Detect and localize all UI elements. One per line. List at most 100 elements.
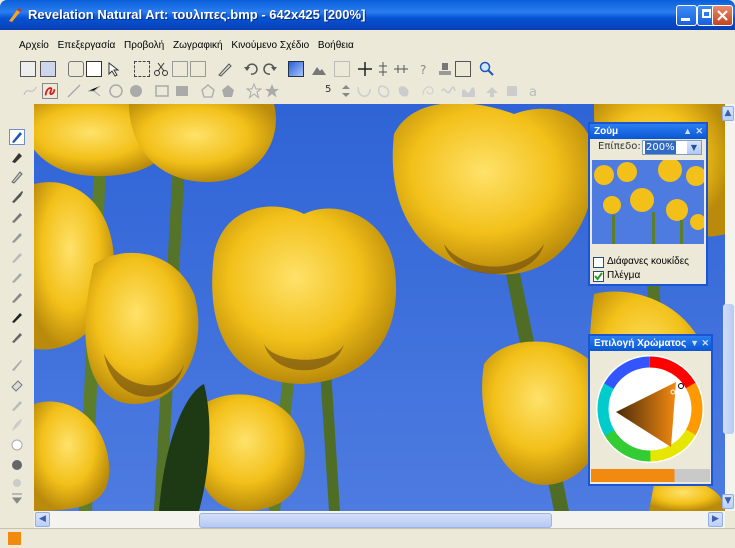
blend-tool-icon[interactable] — [10, 398, 24, 412]
transparent-pixels-checkbox[interactable] — [593, 257, 604, 268]
color-preview-bar[interactable] — [591, 469, 710, 482]
vertical-scrollbar[interactable]: ▲ ▼ — [722, 104, 735, 511]
panel-close-icon[interactable]: ✕ — [701, 336, 709, 351]
current-color-swatch[interactable] — [8, 532, 21, 545]
menu-view[interactable]: Προβολή — [121, 36, 167, 56]
ellipse-icon[interactable] — [108, 83, 124, 99]
zoom-level-label: Επίπεδο: — [598, 141, 641, 152]
close-button[interactable] — [712, 5, 733, 26]
color-wheel[interactable] — [591, 352, 710, 467]
crayon-tool-icon[interactable] — [10, 250, 24, 264]
magnifier-icon[interactable] — [479, 61, 495, 77]
text-shape-icon[interactable]: a — [526, 83, 542, 99]
chalk-tool-icon[interactable] — [10, 270, 24, 284]
effects-tool-icon[interactable] — [10, 476, 24, 490]
fill-tool-icon[interactable] — [10, 438, 24, 452]
oil-brush-tool-icon[interactable] — [10, 230, 24, 244]
filled-closed-curve-icon[interactable] — [396, 83, 412, 99]
vertical-scroll-thumb[interactable] — [723, 304, 734, 434]
color-picker-panel: Επιλογή Χρώματος ▼ ✕ — [588, 334, 713, 486]
menu-file[interactable]: Αρχείο — [16, 36, 52, 56]
smudge-tool-icon[interactable] — [10, 330, 24, 344]
filled-polygon-icon[interactable] — [220, 83, 236, 99]
polyline-icon[interactable] — [86, 83, 102, 99]
polygon-icon[interactable] — [200, 83, 216, 99]
undo-icon[interactable] — [243, 61, 259, 77]
blank-image-icon[interactable] — [86, 61, 102, 77]
marker-tool-icon[interactable] — [10, 150, 24, 164]
title-bar[interactable]: Revelation Natural Art: τουλιπες.bmp - 6… — [0, 0, 735, 30]
horizontal-scrollbar[interactable]: ◀ ▶ — [34, 511, 725, 528]
new-icon[interactable] — [20, 61, 36, 77]
color-panel-title: Επιλογή Χρώματος — [594, 338, 687, 349]
grid-checkbox[interactable] — [593, 271, 604, 282]
horizontal-guide-icon[interactable] — [393, 61, 409, 77]
curve-icon[interactable] — [42, 83, 58, 99]
pen-tool-icon[interactable] — [9, 129, 25, 145]
crop-icon[interactable] — [134, 61, 150, 77]
menu-edit[interactable]: Επεξεργασία — [55, 36, 119, 56]
scroll-right-button[interactable]: ▶ — [708, 512, 723, 527]
scroll-up-button[interactable]: ▲ — [722, 106, 734, 121]
size-spinner-icon[interactable] — [338, 83, 354, 99]
horizontal-scroll-thumb[interactable] — [199, 513, 552, 528]
zoom-area-icon[interactable] — [455, 61, 471, 77]
redo-icon[interactable] — [262, 61, 278, 77]
select-arrow-icon[interactable] — [106, 61, 122, 77]
gradient-icon[interactable] — [288, 61, 304, 77]
panel-close-icon[interactable]: ✕ — [695, 124, 703, 139]
filled-star-icon[interactable] — [264, 83, 280, 99]
cut-icon[interactable] — [153, 61, 169, 77]
line-icon[interactable] — [66, 83, 82, 99]
vertical-guide-icon[interactable] — [375, 61, 391, 77]
brush-tool-icon[interactable] — [10, 190, 24, 204]
help-cursor-icon[interactable]: ? — [417, 61, 433, 77]
watercolor-tool-icon[interactable] — [10, 290, 24, 304]
airbrush-tool-icon[interactable] — [10, 210, 24, 224]
paste-icon[interactable] — [190, 61, 206, 77]
grid-label: Πλέγμα — [607, 270, 641, 281]
fill-shape-icon[interactable] — [504, 83, 520, 99]
crosshair-icon[interactable] — [357, 61, 373, 77]
filled-rectangle-icon[interactable] — [174, 83, 190, 99]
sphere-tool-icon[interactable] — [10, 458, 24, 472]
pattern-icon[interactable] — [334, 61, 350, 77]
menu-animation[interactable]: Κινούμενο Σχέδιο — [228, 36, 312, 56]
panel-collapse-icon[interactable]: ▼ — [690, 336, 699, 351]
menu-paint[interactable]: Ζωγραφική — [170, 36, 226, 56]
color-panel-title-bar[interactable]: Επιλογή Χρώματος ▼ ✕ — [590, 336, 711, 351]
svg-text:a: a — [529, 85, 537, 99]
scroll-down-icon[interactable] — [10, 492, 24, 506]
wave-icon[interactable] — [440, 83, 456, 99]
spiral-icon[interactable] — [420, 83, 436, 99]
print-icon[interactable] — [68, 61, 84, 77]
scroll-left-button[interactable]: ◀ — [35, 512, 50, 527]
checkmark-icon — [594, 272, 603, 281]
minimize-button[interactable] — [676, 5, 697, 26]
freehand-icon[interactable] — [22, 83, 38, 99]
save-icon[interactable] — [40, 61, 56, 77]
arc-shape-icon[interactable] — [356, 83, 372, 99]
copy-icon[interactable] — [172, 61, 188, 77]
filled-ellipse-icon[interactable] — [128, 83, 144, 99]
chevron-down-icon[interactable]: ▼ — [687, 141, 701, 154]
collapse-icon[interactable]: ▲ — [683, 124, 692, 139]
arrow-shape-icon[interactable] — [484, 83, 500, 99]
filled-wave-icon[interactable] — [460, 83, 476, 99]
zoom-level-select[interactable]: 200% ▼ — [642, 140, 702, 155]
eraser-tool-icon[interactable] — [10, 378, 24, 392]
zoom-panel-title-bar[interactable]: Ζούμ ▲ ✕ — [590, 124, 706, 139]
pencil-tool-icon[interactable] — [10, 170, 24, 184]
closed-curve-icon[interactable] — [376, 83, 392, 99]
knife-tool-icon[interactable] — [10, 358, 24, 372]
feather-tool-icon[interactable] — [10, 418, 24, 432]
star-icon[interactable] — [246, 83, 262, 99]
scroll-down-button[interactable]: ▼ — [722, 494, 734, 509]
pencil-icon[interactable] — [217, 61, 233, 77]
stamp-icon[interactable] — [437, 61, 453, 77]
landscape-icon[interactable] — [311, 61, 327, 77]
menu-help[interactable]: Βοήθεια — [315, 36, 357, 56]
rectangle-icon[interactable] — [154, 83, 170, 99]
charcoal-tool-icon[interactable] — [10, 310, 24, 324]
zoom-preview[interactable] — [592, 160, 704, 244]
